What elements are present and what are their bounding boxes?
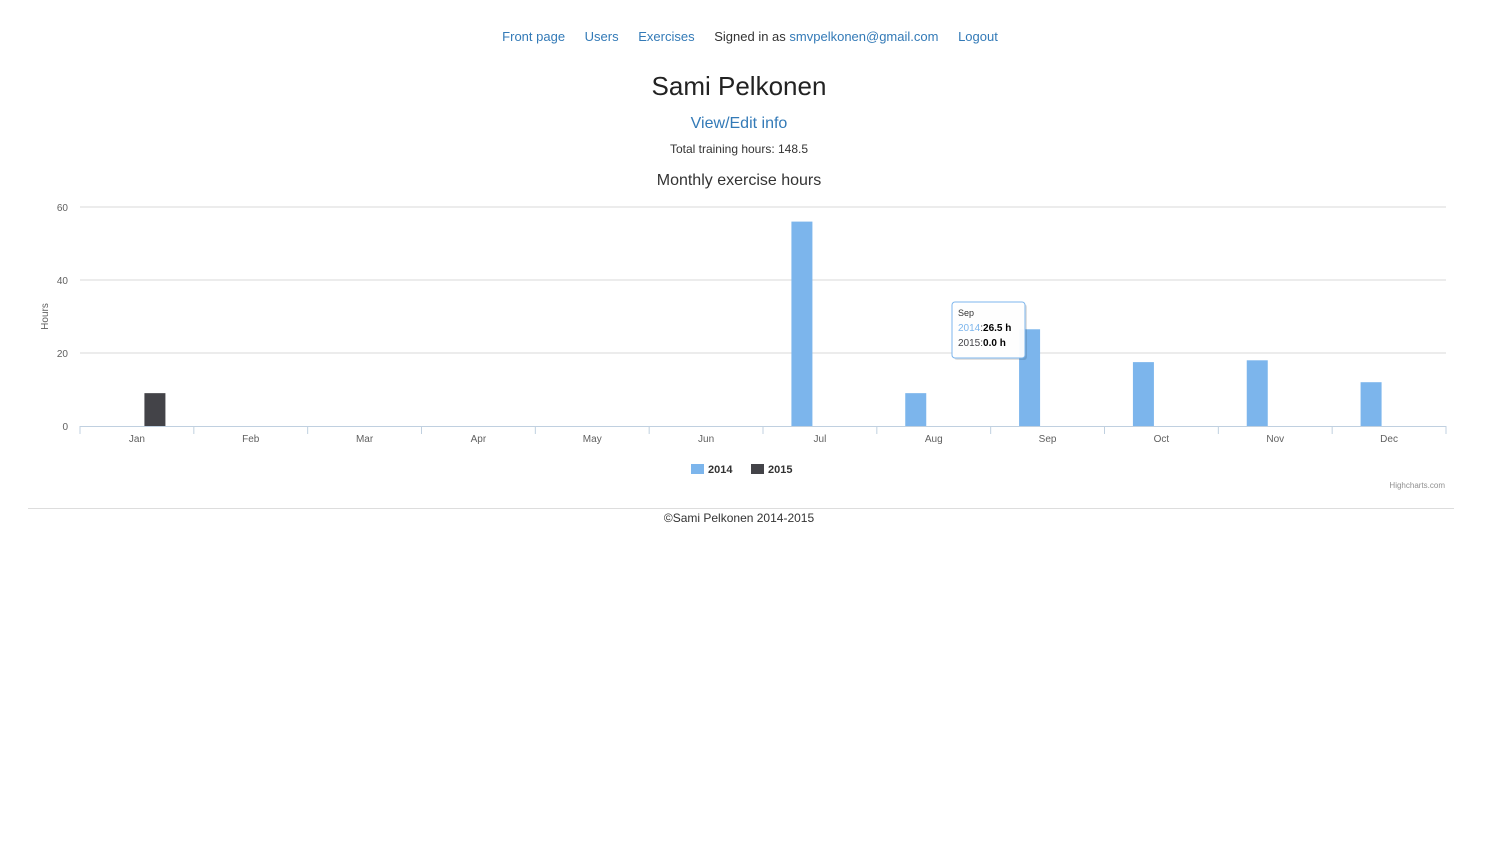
y-tick-label: 60 [57, 203, 69, 214]
x-tick-label: May [583, 434, 602, 445]
y-tick-label: 20 [57, 349, 69, 360]
signed-in-status: Signed in as smvpelkonen@gmail.com [714, 28, 938, 46]
chart-title: Monthly exercise hours [657, 172, 822, 189]
x-tick-label: Feb [242, 434, 260, 445]
x-tick-label: Apr [471, 434, 487, 445]
legend-label-2015: 2015 [768, 464, 792, 476]
nav-user-email-link[interactable]: smvpelkonen@gmail.com [789, 28, 938, 46]
x-tick-label: Nov [1266, 434, 1284, 445]
chart-svg: Monthly exercise hours 0 20 40 60 Hours Jan Feb… [40, 172, 1447, 490]
x-tick-label: Jan [129, 434, 145, 445]
bar-2014-jul [791, 221, 813, 426]
bar-2014-dec [1360, 382, 1382, 426]
total-training-hours: Total training hours: 148.5 [0, 141, 1478, 157]
bar-2014-nov [1246, 360, 1268, 426]
nav-users-link[interactable]: Users [585, 28, 619, 46]
x-tick-label: Oct [1154, 434, 1170, 445]
tooltip-value: 0.0 h [983, 338, 1006, 349]
signed-in-label: Signed in as [714, 29, 790, 44]
y-tick-label: 40 [57, 276, 69, 287]
nav-logout-link[interactable]: Logout [958, 28, 998, 46]
x-tick-label: Dec [1380, 434, 1398, 445]
monthly-exercise-chart: Monthly exercise hours 0 20 40 60 Hours Jan Feb… [28, 165, 1454, 495]
y-axis-label: Hours [40, 303, 51, 330]
x-tick-label: Aug [925, 434, 943, 445]
legend-label-2014: 2014 [708, 464, 733, 476]
legend-swatch-2014 [691, 464, 704, 474]
legend-swatch-2015 [751, 464, 764, 474]
tooltip-row-2014: 2014:26.5 h [958, 323, 1011, 334]
tooltip-value: 26.5 h [983, 323, 1011, 334]
page-title: Sami Pelkonen [651, 71, 827, 101]
x-tick-label: Mar [356, 434, 374, 445]
x-tick-label: Jul [814, 434, 827, 445]
view-edit-info-link[interactable]: View/Edit info [691, 115, 788, 132]
footer-copyright: ©Sami Pelkonen 2014-2015 [663, 511, 815, 525]
bar-2015-jan [144, 393, 166, 426]
x-tick-label: Jun [698, 434, 714, 445]
bar-2014-aug [905, 393, 927, 426]
top-nav: Front page Users Exercises Signed in as … [0, 28, 1500, 48]
y-tick-label: 0 [62, 422, 68, 433]
bar-2014-oct [1132, 362, 1154, 426]
tooltip-series-name: 2015 [958, 338, 981, 349]
edit-info-container: View/Edit info [0, 114, 1478, 134]
nav-front-page-link[interactable]: Front page [502, 28, 565, 46]
tooltip-series-name: 2014 [958, 323, 981, 334]
chart-credits: Highcharts.com [1389, 481, 1445, 490]
x-tick-label: Sep [1039, 434, 1057, 445]
tooltip-row-2015: 2015:0.0 h [958, 338, 1006, 349]
footer-divider [28, 508, 1454, 509]
total-training-hours-text: Total training hours: 148.5 [669, 142, 809, 156]
nav-exercises-link[interactable]: Exercises [638, 28, 694, 46]
tooltip-category: Sep [958, 308, 974, 318]
